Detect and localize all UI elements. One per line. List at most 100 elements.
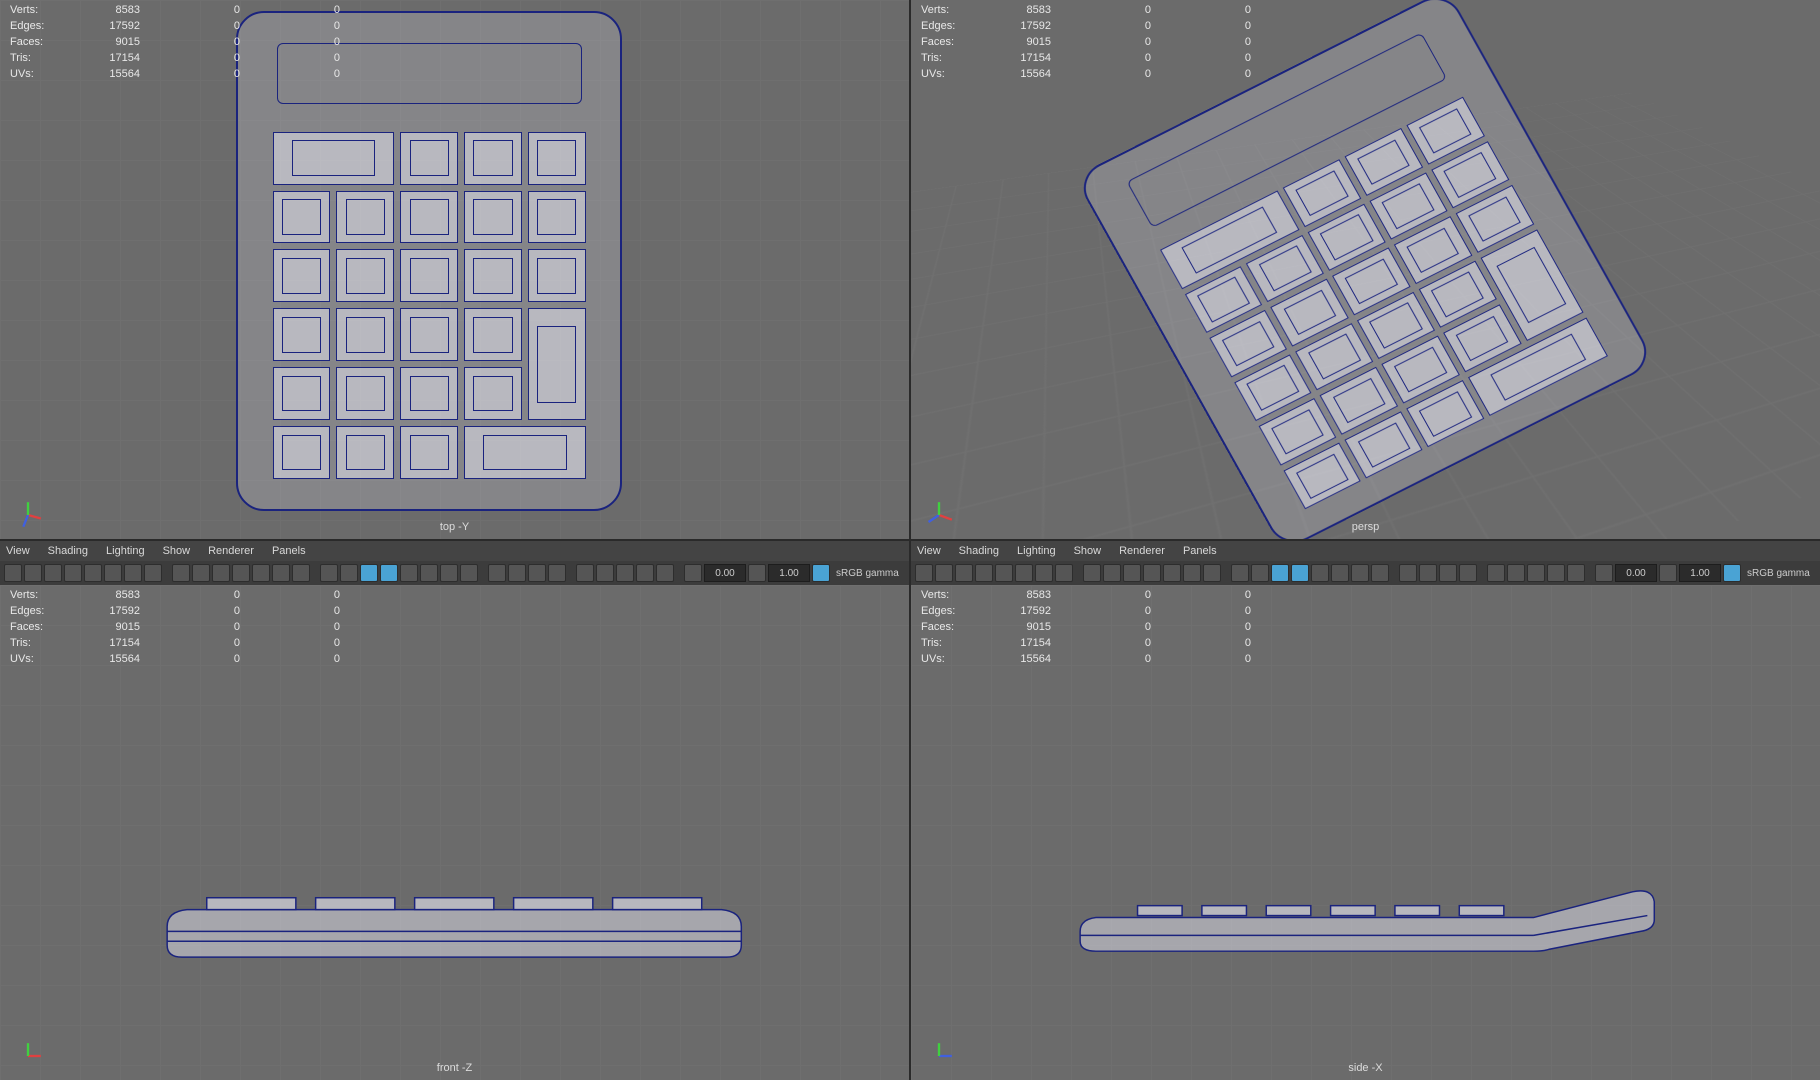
tool-lock-camera-icon[interactable]: [24, 564, 42, 582]
tool-grease-pencil-icon[interactable]: [1015, 564, 1033, 582]
exposure-field[interactable]: 0.00: [704, 564, 746, 582]
viewport-persp[interactable]: Verts:858300 Edges:1759200 Faces:901500 …: [911, 0, 1820, 539]
deformers-icon[interactable]: [636, 564, 654, 582]
ao-icon[interactable]: [1331, 564, 1349, 582]
shadows-icon[interactable]: [400, 564, 418, 582]
grid-toggle-icon[interactable]: [1083, 564, 1101, 582]
exposure-field[interactable]: 0.00: [1615, 564, 1657, 582]
gamma-icon[interactable]: [748, 564, 766, 582]
tool-grease-pencil-icon[interactable]: [104, 564, 122, 582]
xgen-icon[interactable]: [1527, 564, 1545, 582]
gamma-icon[interactable]: [1659, 564, 1677, 582]
aa-icon[interactable]: [460, 564, 478, 582]
tool-image-plane-icon[interactable]: [64, 564, 82, 582]
tool-pivot-icon[interactable]: [144, 564, 162, 582]
view-axis-gizmo[interactable]: [925, 501, 953, 529]
wireframe-icon[interactable]: [1231, 564, 1249, 582]
use-lights-icon[interactable]: [380, 564, 398, 582]
viewport-front[interactable]: View Shading Lighting Show Renderer Pane…: [0, 541, 909, 1080]
xray-joints-icon[interactable]: [1439, 564, 1457, 582]
motion-blur-icon[interactable]: [1351, 564, 1369, 582]
view-axis-gizmo[interactable]: [925, 1042, 953, 1070]
camera-label: top -Y: [440, 521, 469, 533]
motion-blur-icon[interactable]: [440, 564, 458, 582]
panel-toolbar: 0.00 1.00 sRGB gamma: [0, 561, 909, 585]
menu-renderer[interactable]: Renderer: [1119, 545, 1165, 557]
aa-icon[interactable]: [1371, 564, 1389, 582]
menu-view[interactable]: View: [6, 545, 30, 557]
tool-2d-pan-icon[interactable]: [995, 564, 1013, 582]
viewport-top[interactable]: Verts:858300 Edges:1759200 Faces:901500 …: [0, 0, 909, 539]
menu-panels[interactable]: Panels: [272, 545, 306, 557]
shadows-icon[interactable]: [1311, 564, 1329, 582]
menu-renderer[interactable]: Renderer: [208, 545, 254, 557]
xgen-icon[interactable]: [616, 564, 634, 582]
menu-panels[interactable]: Panels: [1183, 545, 1217, 557]
xray-components-icon[interactable]: [1459, 564, 1477, 582]
smooth-shade-icon[interactable]: [1251, 564, 1269, 582]
grid-toggle-icon[interactable]: [172, 564, 190, 582]
xray-joints-icon[interactable]: [528, 564, 546, 582]
gamma-field[interactable]: 1.00: [1679, 564, 1721, 582]
view-cube-icon[interactable]: [1507, 564, 1525, 582]
particles-icon[interactable]: [1567, 564, 1585, 582]
tool-select-camera-icon[interactable]: [915, 564, 933, 582]
tool-bookmark-icon[interactable]: [44, 564, 62, 582]
exposure-icon[interactable]: [1595, 564, 1613, 582]
tool-bookmark-icon[interactable]: [955, 564, 973, 582]
menu-lighting[interactable]: Lighting: [106, 545, 145, 557]
view-transform-label[interactable]: sRGB gamma: [832, 568, 903, 579]
use-lights-icon[interactable]: [1291, 564, 1309, 582]
resolution-gate-icon[interactable]: [1123, 564, 1141, 582]
poly-count-icon[interactable]: [1487, 564, 1505, 582]
safe-action-icon[interactable]: [1183, 564, 1201, 582]
viewport-side[interactable]: View Shading Lighting Show Renderer Pane…: [911, 541, 1820, 1080]
safe-action-icon[interactable]: [272, 564, 290, 582]
tool-snap-icon[interactable]: [124, 564, 142, 582]
view-axis-gizmo[interactable]: [14, 501, 42, 529]
textured-icon[interactable]: [360, 564, 378, 582]
menu-lighting[interactable]: Lighting: [1017, 545, 1056, 557]
tool-2d-pan-icon[interactable]: [84, 564, 102, 582]
menu-show[interactable]: Show: [163, 545, 191, 557]
particles-icon[interactable]: [656, 564, 674, 582]
safe-title-icon[interactable]: [1203, 564, 1221, 582]
film-gate-icon[interactable]: [192, 564, 210, 582]
view-transform-label[interactable]: sRGB gamma: [1743, 568, 1814, 579]
xray-icon[interactable]: [508, 564, 526, 582]
heads-up-stats: Verts:858300 Edges:1759200 Faces:901500 …: [921, 587, 1281, 667]
poly-count-icon[interactable]: [576, 564, 594, 582]
gate-mask-icon[interactable]: [232, 564, 250, 582]
exposure-icon[interactable]: [684, 564, 702, 582]
textured-icon[interactable]: [1271, 564, 1289, 582]
tool-select-camera-icon[interactable]: [4, 564, 22, 582]
tool-lock-camera-icon[interactable]: [935, 564, 953, 582]
tool-snap-icon[interactable]: [1035, 564, 1053, 582]
xray-icon[interactable]: [1419, 564, 1437, 582]
gamma-field[interactable]: 1.00: [768, 564, 810, 582]
view-cube-icon[interactable]: [596, 564, 614, 582]
deformers-icon[interactable]: [1547, 564, 1565, 582]
menu-shading[interactable]: Shading: [959, 545, 999, 557]
tool-image-plane-icon[interactable]: [975, 564, 993, 582]
resolution-gate-icon[interactable]: [212, 564, 230, 582]
gate-mask-icon[interactable]: [1143, 564, 1161, 582]
wireframe-icon[interactable]: [320, 564, 338, 582]
color-mgmt-icon[interactable]: [812, 564, 830, 582]
field-chart-icon[interactable]: [252, 564, 270, 582]
panel-menubar: View Shading Lighting Show Renderer Pane…: [911, 541, 1820, 561]
isolate-icon[interactable]: [488, 564, 506, 582]
isolate-icon[interactable]: [1399, 564, 1417, 582]
tool-pivot-icon[interactable]: [1055, 564, 1073, 582]
view-axis-gizmo[interactable]: [14, 1042, 42, 1070]
smooth-shade-icon[interactable]: [340, 564, 358, 582]
film-gate-icon[interactable]: [1103, 564, 1121, 582]
color-mgmt-icon[interactable]: [1723, 564, 1741, 582]
menu-show[interactable]: Show: [1074, 545, 1102, 557]
xray-components-icon[interactable]: [548, 564, 566, 582]
menu-view[interactable]: View: [917, 545, 941, 557]
ao-icon[interactable]: [420, 564, 438, 582]
menu-shading[interactable]: Shading: [48, 545, 88, 557]
field-chart-icon[interactable]: [1163, 564, 1181, 582]
safe-title-icon[interactable]: [292, 564, 310, 582]
